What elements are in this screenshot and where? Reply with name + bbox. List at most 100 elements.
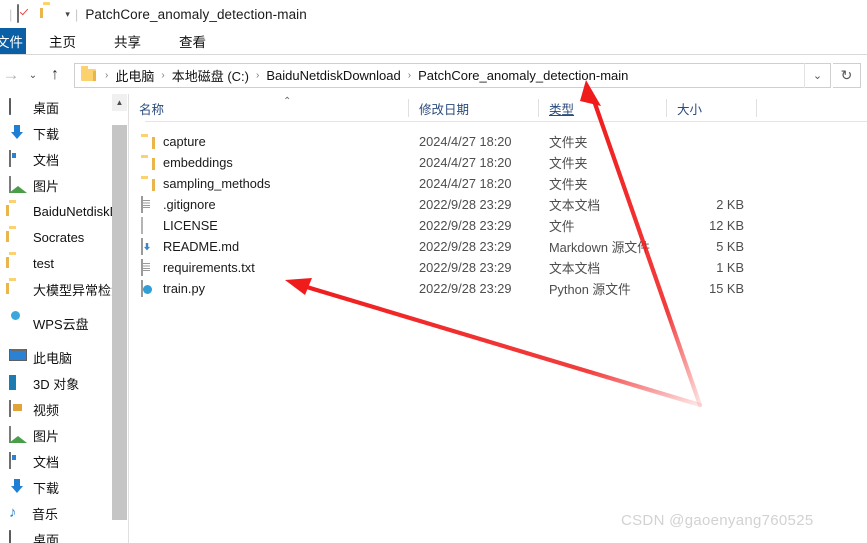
file-type: 文本文档 <box>549 198 601 213</box>
sidebar-item-label: 图片 <box>33 428 60 444</box>
column-header-label: 类型 <box>549 102 575 117</box>
tab-share[interactable]: 共享 <box>99 28 156 54</box>
titlebar-divider-2: | <box>74 6 79 22</box>
sidebar-item-downloads-quick[interactable]: 下载 📌 <box>0 120 112 146</box>
sidebar-item-documents[interactable]: 文档 <box>0 448 112 474</box>
text-file-icon <box>141 258 155 276</box>
breadcrumb-item-baidunetdiskdownload[interactable]: BaiduNetdiskDownload <box>266 68 400 83</box>
breadcrumb-item-local-disk[interactable]: 本地磁盘 (C:) <box>172 66 249 85</box>
file-name: train.py <box>163 281 205 296</box>
address-input[interactable]: › 此电脑 › 本地磁盘 (C:) › BaiduNetdiskDownload… <box>74 62 831 88</box>
sidebar-item-pictures-quick[interactable]: 图片 📌 <box>0 172 112 198</box>
sidebar-item-downloads[interactable]: 下载 <box>0 474 112 500</box>
sidebar-item-label: 下载 <box>33 480 60 496</box>
sort-ascending-icon: ⌃ <box>283 96 292 107</box>
column-header-spacer <box>757 94 797 122</box>
file-name: README.md <box>163 239 240 254</box>
breadcrumb-sep-1: › <box>161 69 165 81</box>
table-row[interactable]: README.md 2022/9/28 23:29 Markdown 源文件 5… <box>129 236 867 257</box>
table-row[interactable]: train.py 2022/9/28 23:29 Python 源文件 15 K… <box>129 278 867 299</box>
tab-file[interactable]: 文件 <box>0 28 26 54</box>
file-name: embeddings <box>163 155 233 170</box>
sidebar-item-label: 3D 对象 <box>33 376 80 392</box>
file-date: 2022/9/28 23:29 <box>419 239 512 254</box>
file-explorer-window: | ▾ | PatchCore_anomaly_detection-main 文… <box>0 0 867 543</box>
address-history-dropdown-icon[interactable]: ⌄ <box>804 62 830 88</box>
sidebar-item-documents-quick[interactable]: 文档 📌 <box>0 146 112 172</box>
recent-locations-button[interactable]: ⌄ <box>22 60 44 90</box>
forward-button[interactable]: → <box>0 60 22 90</box>
file-size: 12 KB <box>709 218 744 233</box>
properties-icon[interactable] <box>17 4 35 23</box>
file-date: 2022/9/28 23:29 <box>419 218 512 233</box>
file-type: Python 源文件 <box>549 282 631 297</box>
blank-file-icon <box>141 216 155 234</box>
sidebar-item-pictures[interactable]: 图片 <box>0 422 112 448</box>
scrollbar-thumb[interactable] <box>112 125 127 520</box>
python-file-icon <box>141 279 155 297</box>
title-bar: | ▾ | PatchCore_anomaly_detection-main <box>0 0 867 28</box>
file-type: 文件 <box>549 219 575 234</box>
tab-home[interactable]: 主页 <box>34 28 91 54</box>
text-file-icon <box>141 195 155 213</box>
table-row[interactable]: requirements.txt 2022/9/28 23:29 文本文档 1 … <box>129 257 867 278</box>
sidebar-item-videos[interactable]: 视频 <box>0 396 112 422</box>
breadcrumb-folder-icon <box>81 66 96 81</box>
tab-view[interactable]: 查看 <box>164 28 221 54</box>
folder-icon[interactable] <box>43 5 61 23</box>
sidebar-item-label: 大模型异常检测 <box>33 282 112 298</box>
table-row[interactable]: capture 2024/4/27 18:20 文件夹 <box>129 131 867 152</box>
sidebar-item-3d-objects[interactable]: 3D 对象 <box>0 370 112 396</box>
sidebar-item-label: 桌面 <box>33 100 60 116</box>
refresh-icon[interactable]: ↻ <box>833 62 861 88</box>
sidebar-item-wps-cloud[interactable]: WPS云盘 <box>0 310 112 336</box>
sidebar-item-label: test <box>33 255 54 271</box>
column-header-type[interactable]: 类型 <box>539 94 667 122</box>
file-name-cell: sampling_methods <box>129 176 409 192</box>
file-name-cell: LICENSE <box>129 216 409 234</box>
breadcrumb-sep-3: › <box>407 69 412 81</box>
column-header-name[interactable]: 名称 ⌃ <box>129 94 409 122</box>
sidebar-item-label: 此电脑 <box>33 350 73 366</box>
ribbon-tabs: 文件 主页 共享 查看 <box>0 28 867 54</box>
sidebar-item-desktop-quick[interactable]: 桌面 📌 <box>0 94 112 120</box>
file-size: 5 KB <box>716 239 744 254</box>
sidebar-group-gap-1 <box>0 302 112 310</box>
table-row[interactable]: embeddings 2024/4/27 18:20 文件夹 <box>129 152 867 173</box>
sidebar-item-socrates[interactable]: Socrates <box>0 224 112 250</box>
sidebar-item-test[interactable]: test <box>0 250 112 276</box>
sidebar-item-desktop[interactable]: 桌面 <box>0 526 112 543</box>
sidebar-item-label: 下载 <box>33 126 60 142</box>
sidebar-item-label: BaiduNetdiskD <box>33 203 112 219</box>
file-name: sampling_methods <box>163 176 271 191</box>
sidebar-item-label: 文档 <box>33 454 60 470</box>
column-header-size[interactable]: 大小 <box>667 94 757 122</box>
sidebar-item-baidunetdiskdownload[interactable]: BaiduNetdiskD <box>0 198 112 224</box>
this-pc-icon <box>9 349 26 366</box>
up-button[interactable]: ↑ <box>44 60 66 90</box>
file-list-pane: 名称 ⌃ 修改日期 类型 大小 capture 2024/4/27 18:20 … <box>129 94 867 543</box>
breadcrumb-sep-0: › <box>105 69 109 81</box>
sidebar-item-label: 图片 <box>33 178 60 194</box>
videos-icon <box>9 399 26 418</box>
folder-icon <box>141 134 155 150</box>
file-type: 文本文档 <box>549 261 601 276</box>
sidebar-item-this-pc[interactable]: 此电脑 <box>0 344 112 370</box>
table-row[interactable]: LICENSE 2022/9/28 23:29 文件 12 KB <box>129 215 867 236</box>
file-size: 1 KB <box>716 260 744 275</box>
customize-caret-icon[interactable]: ▾ <box>65 9 70 20</box>
breadcrumb-item-this-pc[interactable]: 此电脑 <box>115 66 154 85</box>
breadcrumb-item-current-folder[interactable]: PatchCore_anomaly_detection-main <box>418 68 628 83</box>
navigation-pane-scrollbar[interactable]: ▲ <box>112 94 127 543</box>
wps-cloud-icon <box>9 315 26 332</box>
table-row[interactable]: sampling_methods 2024/4/27 18:20 文件夹 <box>129 173 867 194</box>
breadcrumb-sep-2: › <box>255 69 260 81</box>
sidebar-item-large-model-anomaly-detection[interactable]: 大模型异常检测 <box>0 276 112 302</box>
sidebar-item-music[interactable]: ♪ 音乐 <box>0 500 112 526</box>
watermark: CSDN @gaoenyang760525 <box>621 512 814 529</box>
navigation-pane[interactable]: 桌面 📌 下载 📌 文档 📌 图片 📌 BaiduNetdiskD Socrat… <box>0 94 112 543</box>
file-type: 文件夹 <box>549 135 588 150</box>
scroll-up-icon[interactable]: ▲ <box>112 94 127 111</box>
table-row[interactable]: .gitignore 2022/9/28 23:29 文本文档 2 KB <box>129 194 867 215</box>
column-header-date-modified[interactable]: 修改日期 <box>409 94 539 122</box>
